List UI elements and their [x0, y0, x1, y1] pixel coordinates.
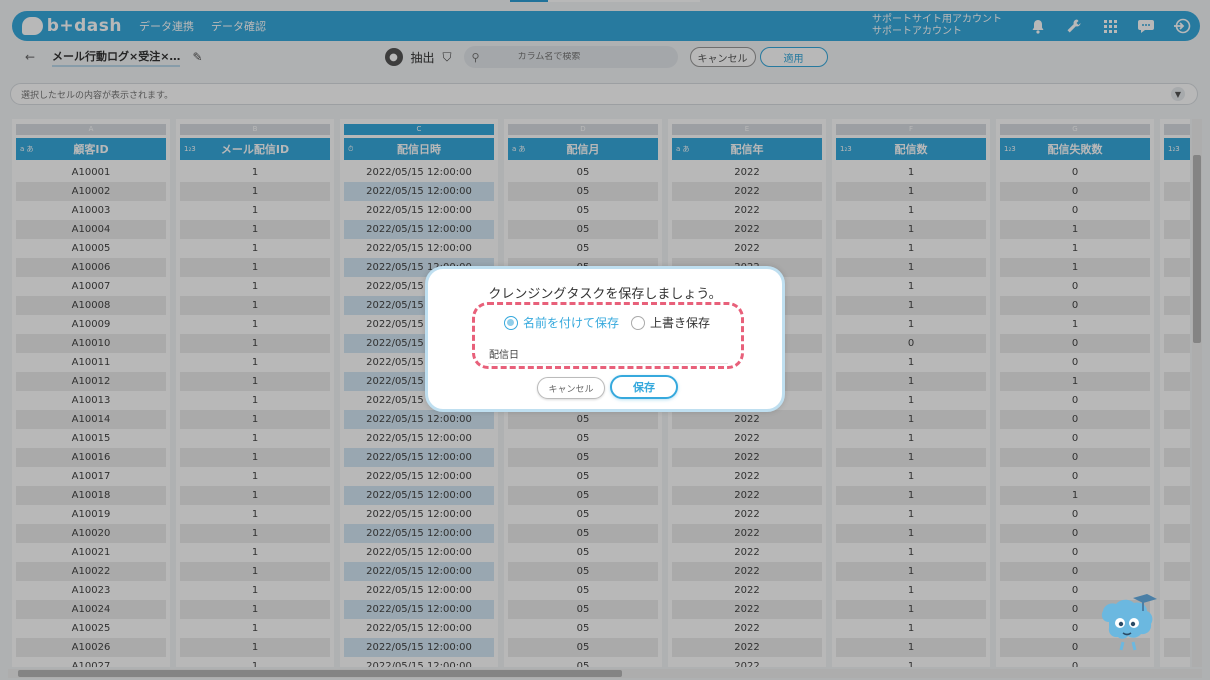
dialog-save-button[interactable]: 保存: [610, 375, 678, 399]
radio-save-as-label[interactable]: 名前を付けて保存: [523, 314, 619, 331]
dialog-cancel-button[interactable]: キャンセル: [537, 377, 605, 399]
radio-overwrite[interactable]: [631, 315, 646, 330]
save-task-dialog: クレンジングタスクを保存しましょう。 名前を付けて保存 上書き保存 キャンセル …: [425, 266, 785, 412]
radio-overwrite-label[interactable]: 上書き保存: [650, 314, 710, 331]
dialog-title: クレンジングタスクを保存しましょう。: [488, 287, 722, 302]
mascot-brain-icon[interactable]: [1097, 592, 1159, 652]
task-name-field[interactable]: [488, 344, 728, 364]
save-mode-radios: 名前を付けて保存 上書き保存: [504, 314, 722, 331]
radio-save-as[interactable]: [504, 315, 518, 330]
